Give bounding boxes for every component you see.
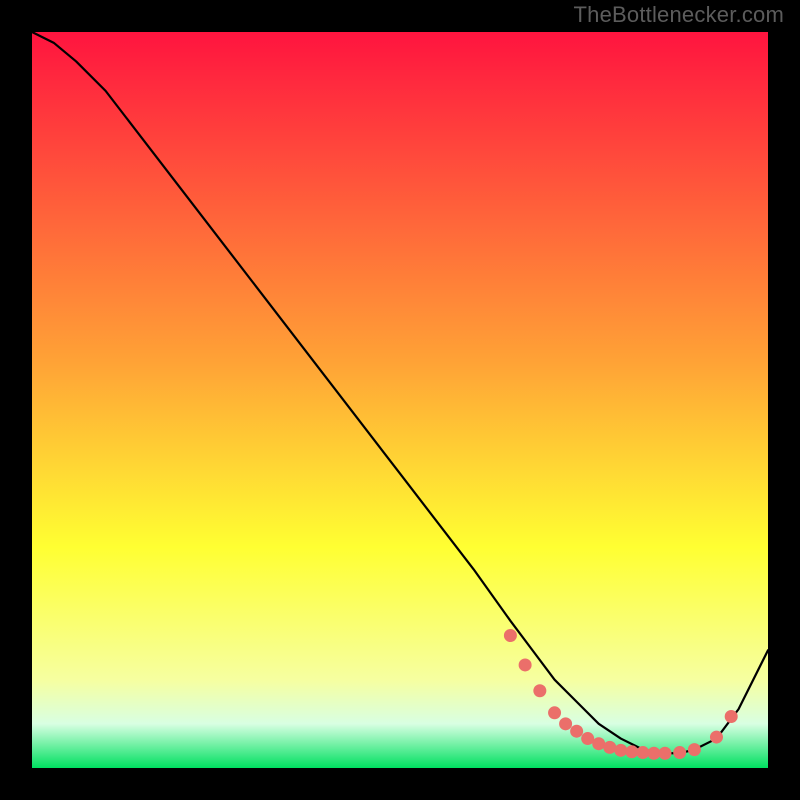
plot-area xyxy=(32,32,768,768)
marker-dot xyxy=(570,725,583,738)
marker-dot xyxy=(603,741,616,754)
marker-dot xyxy=(559,717,572,730)
marker-dot xyxy=(592,737,605,750)
marker-dot xyxy=(581,732,594,745)
chart-frame: TheBottlenecker.com xyxy=(0,0,800,800)
marker-dot xyxy=(533,684,546,697)
marker-dot xyxy=(636,746,649,759)
marker-dot xyxy=(614,744,627,757)
marker-dot xyxy=(725,710,738,723)
marker-dot xyxy=(519,658,532,671)
marker-dot xyxy=(673,746,686,759)
marker-dot xyxy=(688,743,701,756)
marker-dot xyxy=(625,745,638,758)
gradient-background xyxy=(32,32,768,768)
marker-dot xyxy=(658,747,671,760)
marker-dot xyxy=(710,731,723,744)
watermark-text: TheBottlenecker.com xyxy=(574,2,784,28)
marker-dot xyxy=(548,706,561,719)
marker-dot xyxy=(504,629,517,642)
chart-svg xyxy=(32,32,768,768)
